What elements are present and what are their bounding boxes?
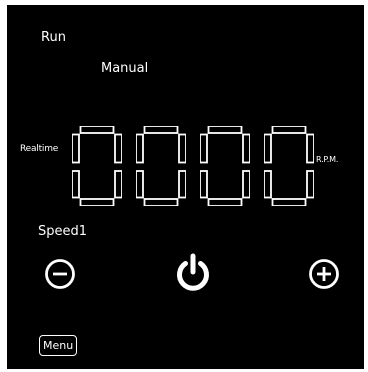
digit-segment — [178, 170, 186, 199]
digit-segment — [79, 126, 115, 134]
digit-segment — [306, 133, 314, 164]
digit-segment — [264, 133, 272, 164]
plus-circle-icon — [309, 259, 339, 289]
control-panel-display: Run Manual Realtime R.P.M. Speed1 Menu — [7, 5, 364, 369]
digit-segment — [242, 133, 250, 164]
digit-segment — [178, 133, 186, 164]
digit-segment — [207, 126, 243, 134]
digit-segment — [79, 198, 115, 206]
digit-segment — [114, 133, 122, 164]
digit-segment — [200, 133, 208, 164]
mode-label: Manual — [101, 61, 149, 76]
rpm-readout — [72, 126, 314, 206]
digit-segment — [200, 170, 208, 199]
digit-segment — [143, 126, 179, 134]
power-icon — [177, 253, 209, 291]
run-status-label: Run — [41, 30, 66, 45]
digit-segment — [271, 198, 307, 206]
digit-segment — [242, 170, 250, 199]
digit-segment — [264, 170, 272, 199]
rpm-digit — [264, 126, 314, 206]
digit-segment — [207, 198, 243, 206]
rpm-unit-label: R.P.M. — [316, 155, 339, 164]
menu-button[interactable]: Menu — [39, 335, 78, 356]
rpm-digit — [200, 126, 250, 206]
rpm-digit — [72, 126, 122, 206]
realtime-label: Realtime — [20, 144, 59, 154]
digit-segment — [114, 170, 122, 199]
digit-segment — [136, 170, 144, 199]
digit-segment — [72, 170, 80, 199]
digit-segment — [136, 133, 144, 164]
decrease-speed-button[interactable] — [44, 258, 76, 290]
digit-segment — [271, 126, 307, 134]
minus-circle-icon — [45, 259, 75, 289]
digit-segment — [143, 198, 179, 206]
digit-segment — [306, 170, 314, 199]
digit-segment — [72, 133, 80, 164]
speed-level-label: Speed1 — [38, 224, 88, 239]
increase-speed-button[interactable] — [308, 258, 340, 290]
power-button[interactable] — [173, 252, 213, 294]
rpm-digit — [136, 126, 186, 206]
